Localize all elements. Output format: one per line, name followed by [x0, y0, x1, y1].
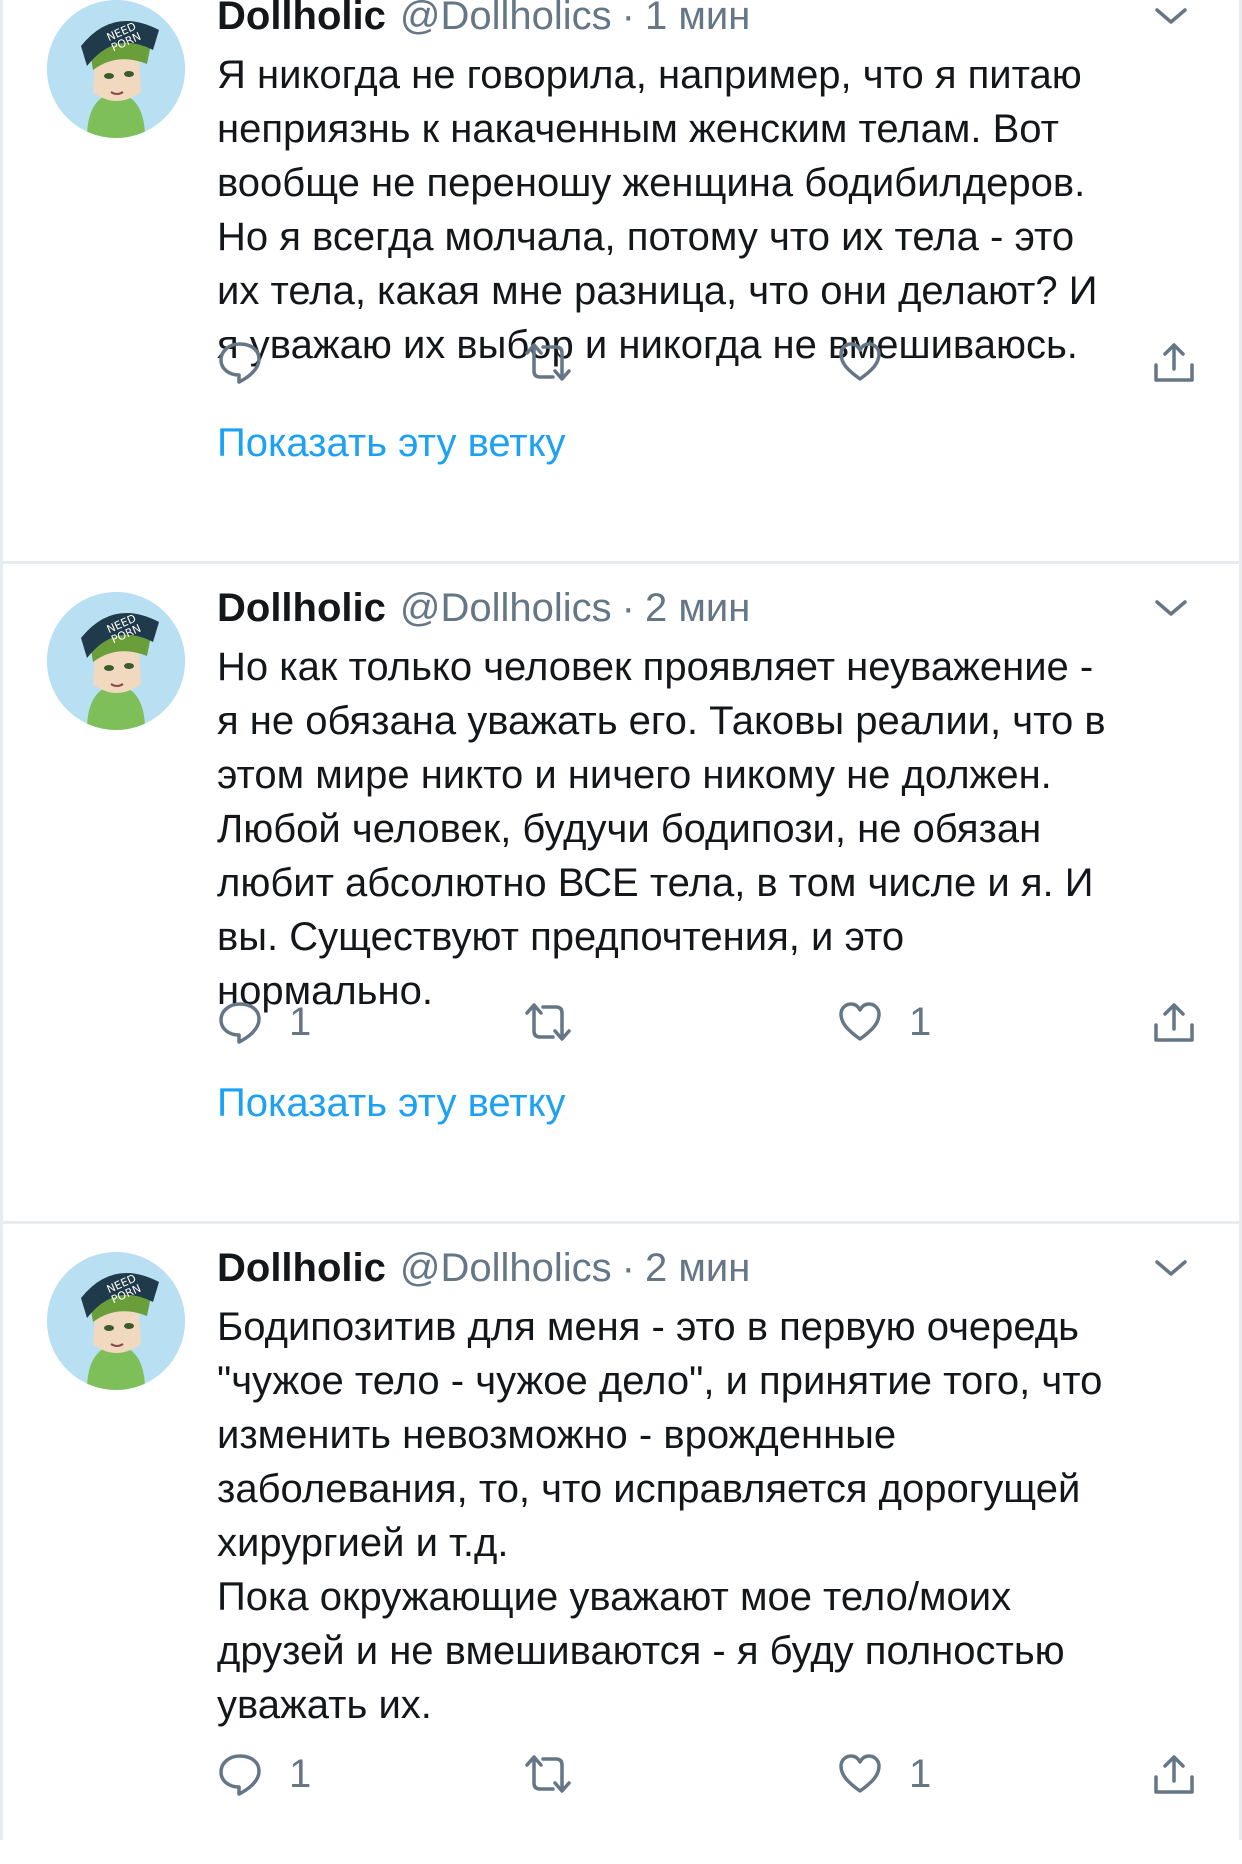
timestamp[interactable]: 2 мин [645, 1246, 750, 1290]
heart-icon [839, 1754, 881, 1793]
heart-icon [839, 1002, 881, 1041]
author-name[interactable]: Dollholic [217, 586, 386, 630]
timeline: NEED PORN Dollholic @Dollholics · 1 мин Я н… [0, 0, 1242, 1840]
avatar-image: NEED PORN [47, 0, 185, 138]
reply-icon [219, 342, 261, 384]
reply-count: 1 [289, 1000, 312, 1044]
share-button[interactable] [1151, 1746, 1197, 1802]
tweet[interactable]: NEED PORN Dollholic @Dollholics · 2 мин Бод… [3, 1224, 1239, 1864]
reply-icon [219, 1002, 261, 1044]
author-handle[interactable]: @Dollholics [400, 0, 612, 38]
avatar[interactable]: NEED PORN [47, 592, 185, 730]
avatar-image: NEED PORN [47, 592, 185, 730]
avatar[interactable]: NEED PORN [47, 1252, 185, 1390]
tweet-actions: 1 1 [217, 994, 1207, 1050]
reply-button[interactable] [217, 334, 289, 390]
tweet-actions: 1 1 [217, 1746, 1207, 1802]
retweet-icon [525, 1755, 571, 1793]
retweet-icon [525, 1003, 571, 1041]
reply-button[interactable]: 1 [217, 1746, 311, 1802]
tweet[interactable]: NEED PORN Dollholic @Dollholics · 1 мин Я н… [3, 0, 1239, 564]
tweet[interactable]: NEED PORN Dollholic @Dollholics · 2 мин Но … [3, 564, 1239, 1224]
author-name[interactable]: Dollholic [217, 0, 386, 38]
like-count: 1 [909, 1752, 932, 1796]
like-button[interactable] [837, 334, 909, 390]
timestamp[interactable]: 1 мин [645, 0, 750, 38]
share-icon [1154, 343, 1194, 382]
retweet-button[interactable] [523, 334, 573, 390]
chevron-down-icon[interactable] [1151, 594, 1191, 622]
heart-icon [839, 342, 881, 381]
tweet-text: Я никогда не говорила, например, что я п… [217, 53, 1098, 367]
reply-icon [219, 1754, 261, 1796]
show-thread-link[interactable]: Показать эту ветку [217, 1076, 566, 1130]
share-button[interactable] [1151, 994, 1197, 1050]
tweet-actions [217, 334, 1207, 390]
separator-dot: · [621, 1246, 635, 1290]
author-handle[interactable]: @Dollholics [400, 1246, 612, 1290]
tweet-header: Dollholic @Dollholics · 2 мин [217, 578, 750, 638]
tweet-header: Dollholic @Dollholics · 2 мин [217, 1238, 750, 1298]
separator-dot: · [621, 586, 635, 630]
reply-button[interactable]: 1 [217, 994, 311, 1050]
separator-dot: · [621, 0, 635, 38]
tweet-text: Но как только человек проявляет неуважен… [217, 645, 1106, 1013]
like-button[interactable]: 1 [837, 994, 931, 1050]
chevron-down-icon[interactable] [1151, 2, 1191, 30]
retweet-button[interactable] [523, 994, 573, 1050]
author-name[interactable]: Dollholic [217, 1246, 386, 1290]
chevron-down-icon[interactable] [1151, 1254, 1191, 1282]
share-icon [1154, 1003, 1194, 1042]
author-handle[interactable]: @Dollholics [400, 586, 612, 630]
tweet-header: Dollholic @Dollholics · 1 мин [217, 0, 750, 46]
share-icon [1154, 1755, 1194, 1794]
retweet-button[interactable] [523, 1746, 573, 1802]
share-button[interactable] [1151, 334, 1197, 390]
like-button[interactable]: 1 [837, 1746, 931, 1802]
reply-count: 1 [289, 1752, 312, 1796]
retweet-icon [525, 343, 571, 381]
like-count: 1 [909, 1000, 932, 1044]
show-thread-link[interactable]: Показать эту ветку [217, 416, 566, 470]
timestamp[interactable]: 2 мин [645, 586, 750, 630]
tweet-text: Бодипозитив для меня - это в первую очер… [217, 1305, 1103, 1727]
avatar-image: NEED PORN [47, 1252, 185, 1390]
avatar[interactable]: NEED PORN [47, 0, 185, 138]
